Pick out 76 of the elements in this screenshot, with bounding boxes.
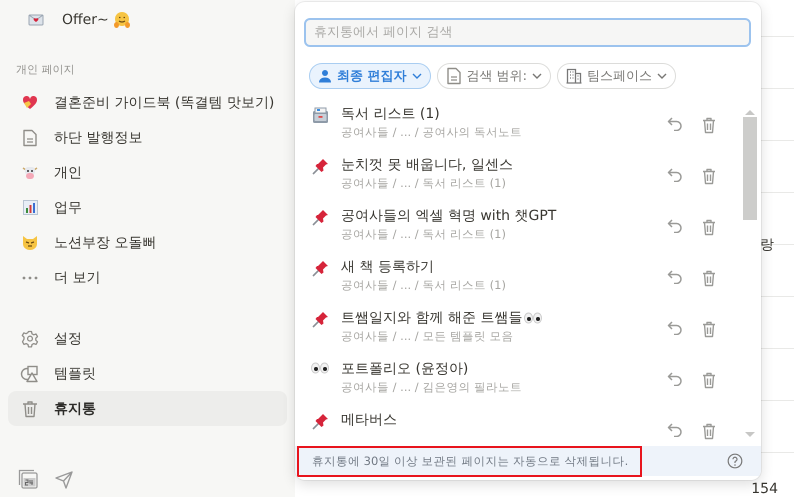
count-text: 154 <box>751 481 778 497</box>
section-label: 개인 페이지 <box>15 62 76 77</box>
scroll-down-arrow-icon[interactable] <box>745 432 755 438</box>
page-text: 랑 <box>760 236 774 254</box>
sidebar-item[interactable]: 개인 <box>8 155 287 190</box>
chevron-down-icon <box>532 73 542 79</box>
trash-icon[interactable] <box>702 219 716 236</box>
page-path: 공여사들 / ... / 모든 템플릿 모음 <box>341 329 515 344</box>
search-field[interactable]: 휴지통에서 페이지 검색 <box>304 18 751 47</box>
trash-item[interactable]: 눈치껏 못 배웁니다, 일센스 공여사들 / ... / 독서 리스트 (1) <box>311 154 743 205</box>
sidebar-item[interactable]: 휴지통 <box>8 391 287 426</box>
building-icon <box>566 68 582 84</box>
filter-button[interactable]: 팀스페이스 <box>557 63 676 89</box>
undo-icon[interactable] <box>667 423 683 437</box>
help-icon[interactable] <box>727 453 743 469</box>
bar-chart-icon <box>22 200 38 215</box>
chevron-down-icon <box>412 73 422 79</box>
chevron-down-icon <box>657 73 668 79</box>
sidebar-item[interactable]: 노션부장 오돌뻐 <box>8 225 287 260</box>
trash-item[interactable]: 독서 리스트 (1) 공여사들 / ... / 공여사의 독서노트 <box>311 103 743 154</box>
pushpin-icon <box>312 311 328 328</box>
info-text: 휴지통에 30일 이상 보관된 페이지는 자동으로 삭제됩니다. <box>297 446 642 476</box>
undo-icon[interactable] <box>667 372 683 386</box>
trash-icon[interactable] <box>702 372 716 389</box>
undo-icon[interactable] <box>667 321 683 335</box>
sidebar-item[interactable]: 업무 <box>8 190 287 225</box>
person-icon <box>318 69 332 83</box>
heart-icon <box>22 94 38 110</box>
sidebar-item[interactable]: 더 보기 <box>8 260 287 295</box>
document-icon <box>446 67 462 85</box>
undo-icon[interactable] <box>667 270 683 284</box>
sidebar-item[interactable]: 결혼준비 가이드북 (똑결템 맛보기) <box>8 85 287 120</box>
document-icon <box>22 128 38 146</box>
more-icon <box>22 276 38 280</box>
sidebar-item[interactable]: 하단 발행정보 <box>8 120 287 155</box>
calendar-icon[interactable] <box>18 469 38 489</box>
send-icon[interactable] <box>54 469 74 489</box>
trash-icon[interactable] <box>702 168 716 185</box>
eyes-icon <box>524 312 542 324</box>
trash-item[interactable]: 새 책 등록하기 공여사들 / ... / 독서 리스트 (1) <box>311 256 743 307</box>
page-path: 공여사들 / ... / 김은영의 필라노트 <box>341 380 523 395</box>
cow-face-icon <box>22 165 38 180</box>
hugging-face-icon <box>112 11 131 29</box>
filter-button[interactable]: 최종 편집자 <box>309 63 431 89</box>
page-path: 공여사들 / ... / 독서 리스트 (1) <box>341 278 507 293</box>
trash-item[interactable]: 포트폴리오 (윤정아) 공여사들 / ... / 김은영의 필라노트 <box>311 358 743 409</box>
trash-icon[interactable] <box>702 270 716 287</box>
trash-icon[interactable] <box>702 117 716 134</box>
workspace-title[interactable]: Offer~ <box>62 12 109 28</box>
sidebar-item[interactable]: 템플릿 <box>8 356 287 391</box>
undo-icon[interactable] <box>667 168 683 182</box>
pushpin-icon <box>312 158 328 175</box>
pushpin-icon <box>312 209 328 226</box>
envelope-icon <box>28 13 44 27</box>
undo-icon[interactable] <box>667 219 683 233</box>
trash-item[interactable]: 트쌤일지와 함께 해준 트쌤들 공여사들 / ... / 모든 템플릿 모음 <box>311 307 743 358</box>
trash-icon[interactable] <box>702 423 716 440</box>
page-path: 공여사들 / ... / 독서 리스트 (1) <box>341 227 507 242</box>
filter-button[interactable]: 검색 범위: <box>436 63 552 89</box>
scroll-up-arrow-icon[interactable] <box>745 109 755 115</box>
scrollbar-thumb[interactable] <box>743 117 757 220</box>
page-path: 공여사들 / ... / 공여사의 독서노트 <box>341 125 523 140</box>
file-cabinet-icon <box>312 107 328 124</box>
eyes-icon <box>311 362 329 374</box>
pushpin-icon <box>312 260 328 277</box>
page-path: 공여사들 / ... / 독서 리스트 (1) <box>341 176 507 191</box>
undo-icon[interactable] <box>667 117 683 131</box>
trash-icon <box>22 400 38 418</box>
trash-item[interactable]: 공여사들의 엑셀 혁명 with 챗GPT 공여사들 / ... / 독서 리스트 (1) <box>311 205 743 256</box>
pushpin-icon <box>312 413 328 430</box>
cat-face-icon <box>22 235 38 250</box>
shapes-icon <box>20 364 40 382</box>
sidebar-item[interactable]: 설정 <box>8 321 287 356</box>
trash-icon[interactable] <box>702 321 716 338</box>
settings-icon <box>21 330 39 348</box>
trash-item[interactable]: 메타버스 <box>311 409 743 444</box>
